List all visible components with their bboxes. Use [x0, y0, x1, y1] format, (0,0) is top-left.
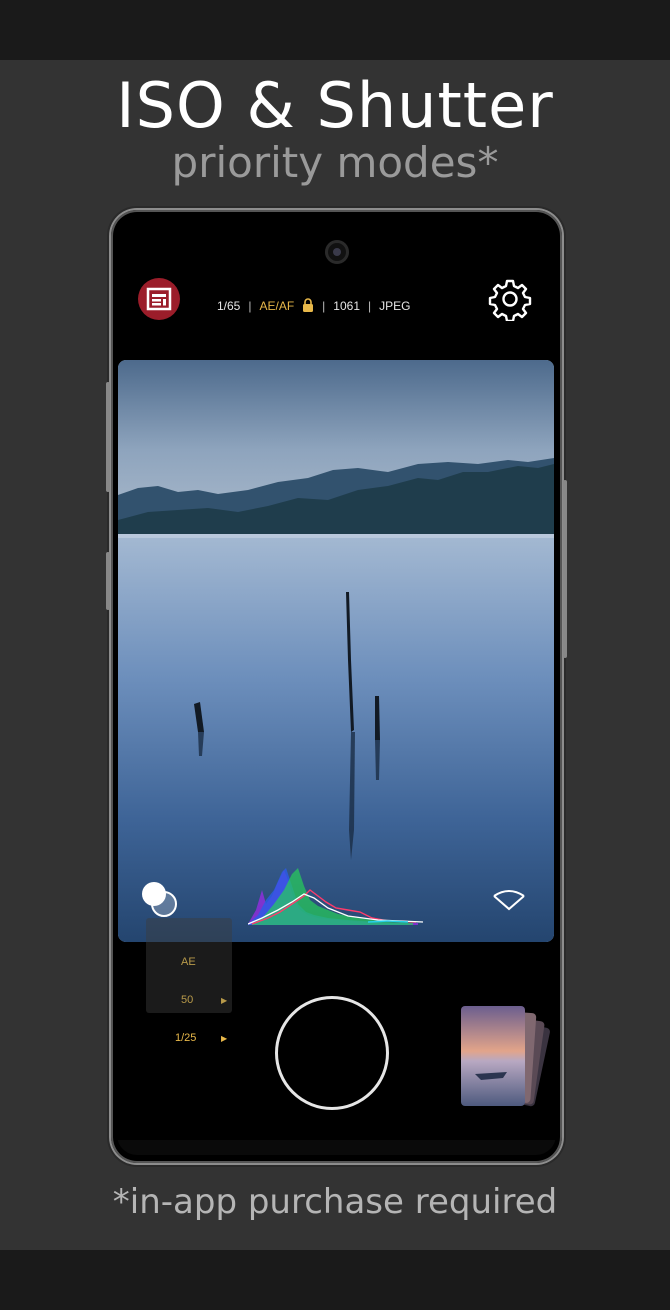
- bixby-button: [106, 552, 110, 610]
- status-readout[interactable]: 1/65 | AE/AF | 1061 | JPEG: [217, 296, 467, 316]
- promo-subhead: priority modes*: [171, 138, 499, 187]
- front-camera: [325, 240, 349, 264]
- top-letterbox: [0, 0, 670, 60]
- lock-icon: [302, 297, 314, 315]
- viewfinder-image: [118, 360, 554, 942]
- separator: |: [322, 299, 326, 313]
- bottom-letterbox: [0, 1250, 670, 1310]
- phone-screen: 1/65 | AE/AF | 1061 | JPEG AE 50 ▶ 1/25 …: [117, 218, 556, 1155]
- shutter-value: 1/25: [175, 1032, 197, 1044]
- iso-value: 50: [181, 994, 194, 1006]
- separator: |: [368, 299, 372, 313]
- power-button: [563, 480, 567, 658]
- histogram: [247, 860, 424, 925]
- phone-frame: 1/65 | AE/AF | 1061 | JPEG AE 50 ▶ 1/25 …: [106, 210, 567, 1163]
- iso-readout: 1061: [333, 299, 360, 313]
- chevron-down-icon[interactable]: [491, 882, 527, 912]
- exposure-circles-icon[interactable]: [140, 880, 180, 920]
- separator: |: [248, 299, 252, 313]
- gallery-stack-icon[interactable]: [445, 1002, 555, 1112]
- play-arrow-icon: ▶: [221, 996, 228, 1005]
- shutter-button[interactable]: [275, 996, 389, 1110]
- format-readout: JPEG: [379, 299, 411, 313]
- volume-button: [106, 382, 110, 492]
- filmic-logo-icon[interactable]: [138, 278, 180, 320]
- play-arrow-icon: ▶: [221, 1034, 228, 1043]
- system-nav-bar: [117, 1140, 556, 1155]
- shutter-setting[interactable]: 1/25 ▶: [175, 1032, 231, 1044]
- ae-mode-label[interactable]: AE: [181, 956, 196, 968]
- promo-footnote: *in-app purchase required: [112, 1182, 558, 1222]
- gear-icon[interactable]: [487, 276, 533, 322]
- viewfinder[interactable]: [118, 360, 554, 942]
- iso-setting[interactable]: 50 ▶: [181, 994, 231, 1006]
- ae-af-readout: AE/AF: [259, 299, 295, 313]
- promo-headline: ISO & Shutter: [116, 69, 554, 142]
- shutter-readout: 1/65: [217, 299, 241, 313]
